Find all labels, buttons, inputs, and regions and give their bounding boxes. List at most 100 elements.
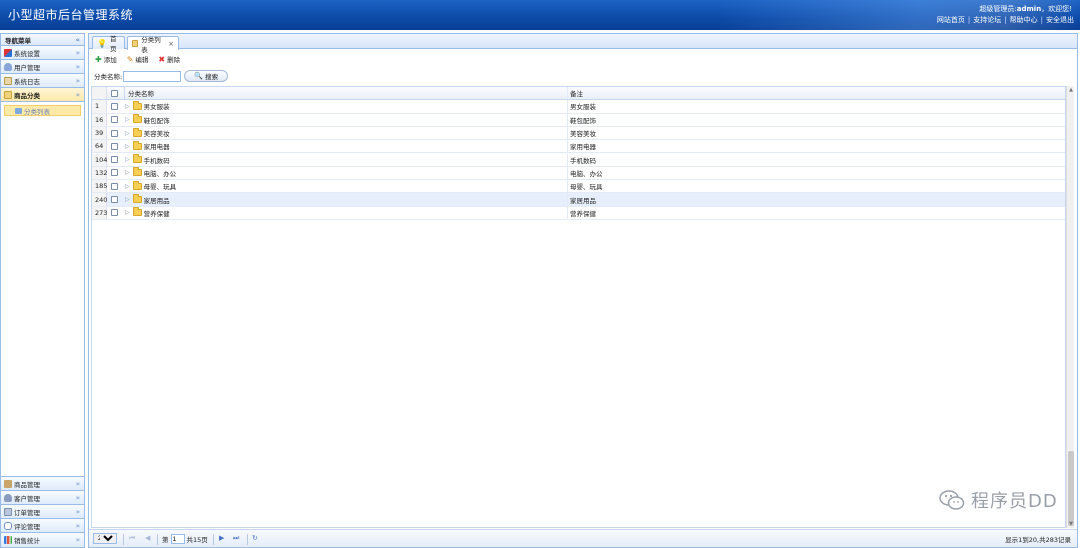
pager-divider [247, 534, 248, 545]
sidebar-item-order-management[interactable]: 订单管理 » [1, 505, 84, 519]
link-forum[interactable]: 支持论坛 [973, 16, 1001, 24]
table-row[interactable]: 16 ▷ 鞋包配饰 鞋包配饰 [92, 113, 1065, 127]
search-icon: 🔍 [194, 72, 204, 80]
scrollbar-thumb[interactable] [1068, 451, 1074, 526]
category-name-cell: ▷ 家用电器 [124, 140, 564, 152]
sidebar-item-comment-management[interactable]: 评论管理 » [1, 519, 84, 533]
table-row[interactable]: 104 ▷ 手机数码 手机数码 [92, 153, 1065, 167]
category-note: 鞋包配饰 [567, 113, 1057, 126]
welcome-user: admin [1016, 5, 1042, 13]
row-checkbox[interactable] [110, 116, 118, 124]
sidebar-item-sales-stats[interactable]: 销售统计 » [1, 533, 84, 547]
sidebar-item-system-settings[interactable]: 系统设置 » [1, 46, 84, 60]
list-icon [15, 107, 22, 114]
category-name: 家用电器 [143, 143, 170, 152]
tab-home[interactable]: 💡 首页 [92, 35, 125, 53]
expand-arrow-icon[interactable]: ▷ [125, 183, 130, 190]
wechat-icon [939, 490, 965, 510]
link-logout[interactable]: 安全退出 [1046, 16, 1074, 24]
sidebar-item-user-management[interactable]: 用户管理 » [1, 60, 84, 74]
row-select-cell [109, 140, 119, 152]
sidebar-bottom-group: 商品管理 » 客户管理 » 订单管理 » 评论管理 » 销售统计 » [1, 476, 84, 547]
page-size-select[interactable]: 20 [93, 533, 117, 544]
delete-label: 删除 [167, 56, 181, 64]
row-checkbox[interactable] [110, 209, 118, 217]
chevron-up-icon: « [75, 90, 80, 99]
table-row[interactable]: 39 ▷ 美容美妆 美容美妆 [92, 126, 1065, 141]
table-row[interactable]: 132 ▷ 电脑、办公 电脑、办公 [92, 166, 1065, 181]
scroll-down-icon[interactable]: ▼ [1067, 521, 1075, 527]
link-home-site[interactable]: 网站首页 [937, 16, 965, 24]
vertical-scrollbar[interactable]: ▲ ▼ [1066, 86, 1074, 528]
row-checkbox[interactable] [110, 182, 118, 190]
row-checkbox[interactable] [110, 196, 118, 204]
next-page-button[interactable]: ▶ [219, 534, 224, 542]
table-row[interactable]: 1 ▷ 男女服装 男女服装 [92, 100, 1065, 114]
select-all-checkbox[interactable] [110, 89, 118, 97]
close-tab-icon[interactable]: × [168, 40, 174, 48]
row-checkbox[interactable] [110, 102, 118, 110]
folder-icon [132, 180, 142, 190]
row-id: 132 [92, 166, 107, 180]
pager-divider [157, 534, 158, 545]
lightbulb-icon: 💡 [97, 38, 107, 48]
category-name: 母婴、玩具 [143, 183, 177, 192]
expand-arrow-icon[interactable]: ▷ [125, 169, 130, 176]
row-checkbox[interactable] [110, 142, 118, 150]
search-bar: 分类名称: 🔍 搜索 [94, 70, 229, 82]
refresh-button[interactable]: ↻ [252, 534, 258, 542]
sidebar-item-category-list[interactable]: 分类列表 [4, 105, 81, 116]
expand-arrow-icon[interactable]: ▷ [125, 103, 130, 110]
row-checkbox[interactable] [110, 169, 118, 177]
last-page-button[interactable]: ⏭ [233, 534, 239, 543]
table-row[interactable]: 273 ▷ 营养保健 营养保健 [92, 206, 1065, 220]
search-button[interactable]: 🔍 搜索 [184, 70, 229, 82]
log-icon [4, 76, 12, 85]
category-name: 营养保健 [143, 209, 170, 218]
expand-arrow-icon[interactable]: ▷ [125, 116, 130, 123]
watermark: 程序员DD [939, 487, 1058, 513]
tab-category-list[interactable]: 分类列表 × [127, 36, 179, 54]
prev-page-icon: ◀ [145, 534, 151, 542]
column-header-note[interactable]: 备注 [567, 87, 1057, 100]
expand-arrow-icon[interactable]: ▷ [125, 209, 130, 216]
expand-arrow-icon[interactable]: ▷ [125, 143, 130, 150]
expand-arrow-icon[interactable]: ▷ [125, 196, 130, 203]
sidebar-item-goods-management[interactable]: 商品管理 » [1, 477, 84, 491]
expand-arrow-icon[interactable]: ▷ [125, 130, 130, 137]
category-icon [132, 40, 139, 47]
category-name-cell: ▷ 美容美妆 [124, 127, 564, 139]
table-row[interactable]: 185 ▷ 母婴、玩具 母婴、玩具 [92, 180, 1065, 194]
tab-label: 首页 [109, 35, 117, 53]
first-page-icon: ⏮ [129, 534, 136, 542]
category-name: 鞋包配饰 [143, 116, 170, 125]
app-title: 小型超市后台管理系统 [8, 8, 134, 22]
sidebar-item-customer-management[interactable]: 客户管理 » [1, 491, 84, 505]
sidebar-item-system-log[interactable]: 系统日志 » [1, 74, 84, 88]
collapse-sidebar-icon[interactable]: « [75, 36, 80, 44]
scroll-up-icon[interactable]: ▲ [1067, 87, 1075, 93]
expand-arrow-icon[interactable]: ▷ [125, 156, 130, 163]
sidebar-item-category[interactable]: 商品分类 « [1, 88, 84, 102]
row-checkbox[interactable] [110, 156, 118, 164]
page-number-input[interactable] [170, 534, 185, 544]
row-select-cell [109, 100, 119, 112]
edit-button[interactable]: ✎ 编辑 [127, 54, 149, 65]
row-id: 240 [92, 193, 107, 206]
table-row[interactable]: 240 ▷ 家居用品 家居用品 [92, 193, 1065, 207]
column-header-name[interactable]: 分类名称 [124, 87, 564, 100]
sidebar-title: 导航菜单 [5, 36, 31, 45]
row-checkbox[interactable] [110, 129, 118, 137]
sidebar-header: 导航菜单 « [1, 34, 84, 46]
row-select-cell [109, 154, 119, 166]
add-button[interactable]: ✚ 添加 [95, 54, 117, 65]
record-summary: 显示1到20,共283记录 [1005, 536, 1071, 544]
link-help[interactable]: 帮助中心 [1010, 16, 1038, 24]
first-page-button[interactable]: ⏮ [129, 534, 135, 543]
table-row[interactable]: 64 ▷ 家用电器 家用电器 [92, 140, 1065, 154]
page-total: 共15页 [186, 536, 208, 544]
search-input[interactable] [123, 70, 182, 82]
prev-page-button[interactable]: ◀ [145, 534, 150, 542]
delete-button[interactable]: ✖ 删除 [158, 54, 181, 65]
order-icon [4, 507, 12, 516]
